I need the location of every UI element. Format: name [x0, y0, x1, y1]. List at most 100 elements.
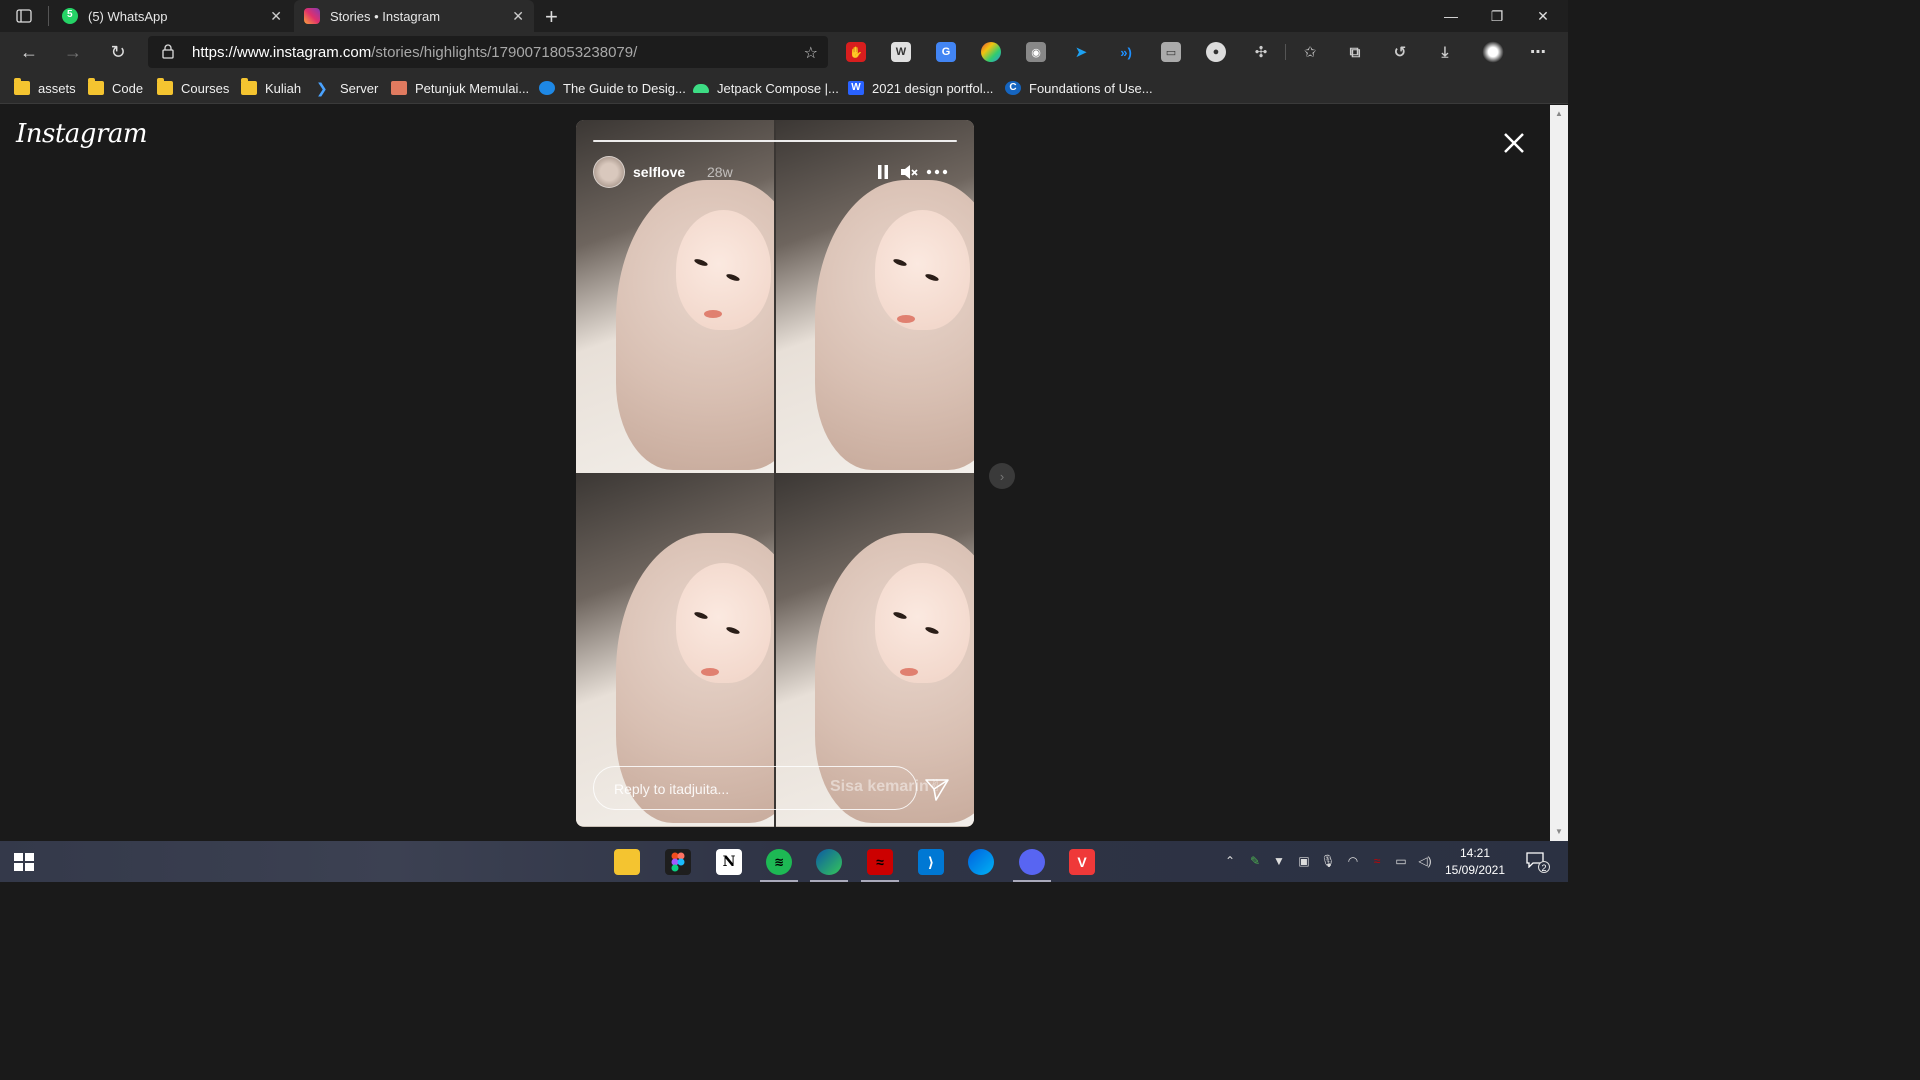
- next-story-icon[interactable]: ›: [989, 463, 1015, 489]
- bookmark-link[interactable]: Jetpack Compose |...: [693, 79, 839, 97]
- edge-icon[interactable]: [810, 849, 848, 882]
- story-timestamp: 28w: [707, 164, 733, 180]
- bookmark-folder[interactable]: Kuliah: [241, 78, 301, 97]
- address-bar[interactable]: https://www.instagram.com/stories/highli…: [148, 36, 828, 68]
- url-domain: https://www.instagram.com: [192, 44, 372, 61]
- guide-icon: [539, 81, 555, 95]
- spotify-icon[interactable]: ≋: [760, 849, 798, 882]
- bookmark-link[interactable]: ❯ Server: [316, 79, 378, 97]
- bookmark-label: Courses: [181, 80, 230, 96]
- figma-icon[interactable]: [665, 849, 691, 875]
- file-explorer-icon[interactable]: [614, 849, 640, 875]
- coursera-icon: C: [1005, 81, 1021, 95]
- more-menu-icon[interactable]: ⋯: [1528, 42, 1548, 62]
- show-hidden-icons-icon[interactable]: ⌃: [1222, 853, 1238, 869]
- favorite-add-icon[interactable]: ☆: [804, 43, 818, 63]
- notion-icon[interactable]: N: [716, 849, 742, 875]
- bookmark-label: Server: [340, 80, 379, 96]
- bookmark-link[interactable]: Petunjuk Memulai...: [391, 79, 529, 97]
- forward-icon[interactable]: →: [60, 40, 86, 64]
- story-viewer[interactable]: selflove 28w Sisa kemarin✌: [576, 120, 974, 827]
- avatar[interactable]: [593, 156, 625, 188]
- tab-title: (5) WhatsApp: [88, 8, 168, 24]
- favorites-icon[interactable]: ✩: [1300, 42, 1320, 62]
- bookmark-link[interactable]: The Guide to Desig...: [539, 79, 686, 97]
- profile-avatar[interactable]: [1482, 41, 1504, 63]
- system-clock[interactable]: 14:21 15/09/2021: [1440, 845, 1510, 879]
- wave-icon[interactable]: »): [1116, 42, 1136, 62]
- tab-title: Stories • Instagram: [330, 8, 441, 24]
- red-app-icon[interactable]: ≈: [861, 849, 899, 882]
- tab-actions-icon[interactable]: [8, 6, 40, 26]
- bookmark-label: Code: [112, 80, 144, 96]
- more-options-icon[interactable]: [925, 162, 949, 182]
- battery-icon[interactable]: ▭: [1393, 853, 1409, 869]
- volume-icon[interactable]: ◁): [1417, 853, 1433, 869]
- restore-icon[interactable]: ❐: [1474, 0, 1520, 32]
- bookmark-folder[interactable]: assets: [14, 78, 76, 97]
- story-header: selflove 28w: [593, 156, 957, 188]
- vscode-icon[interactable]: ⟩: [918, 849, 944, 875]
- folder-icon: [88, 78, 104, 95]
- new-tab-icon[interactable]: +: [545, 4, 558, 30]
- reply-input[interactable]: [614, 778, 814, 800]
- browser-titlebar: 5 (5) WhatsApp ✕ Stories • Instagram ✕ +…: [0, 0, 1568, 32]
- back-icon[interactable]: ←: [16, 40, 42, 64]
- notification-icon[interactable]: 2: [1526, 852, 1550, 873]
- bookmark-folder[interactable]: Courses: [157, 78, 230, 97]
- send-icon[interactable]: [924, 776, 950, 802]
- chrome-ext-icon[interactable]: [981, 42, 1001, 62]
- circle-icon[interactable]: ●: [1206, 42, 1226, 62]
- adblock-icon[interactable]: ✋: [846, 42, 866, 62]
- firefox-icon[interactable]: [968, 849, 994, 875]
- vpn-icon[interactable]: ▼: [1271, 853, 1287, 869]
- notification-count: 2: [1538, 861, 1550, 873]
- pause-icon[interactable]: [876, 164, 890, 180]
- puzzle-icon[interactable]: ✣: [1251, 42, 1271, 62]
- collections-icon[interactable]: ⧉: [1345, 42, 1365, 62]
- lock-icon[interactable]: [162, 44, 174, 64]
- scroll-down-icon[interactable]: ▼: [1555, 827, 1563, 836]
- bookmark-folder[interactable]: Code: [88, 78, 144, 97]
- camera-icon[interactable]: ◉: [1026, 42, 1046, 62]
- mute-icon[interactable]: [899, 162, 919, 182]
- instagram-logo[interactable]: Instagram: [16, 119, 148, 149]
- discord-icon[interactable]: [1013, 849, 1051, 882]
- red-tray-icon[interactable]: ≈: [1369, 853, 1385, 869]
- close-tab-icon[interactable]: ✕: [512, 8, 524, 25]
- story-username[interactable]: selflove: [633, 164, 685, 180]
- downloads-icon[interactable]: ⤓: [1435, 42, 1455, 62]
- tab-whatsapp[interactable]: 5 (5) WhatsApp ✕: [52, 0, 292, 32]
- word-icon[interactable]: W: [891, 42, 911, 62]
- close-window-icon[interactable]: ✕: [1520, 0, 1566, 32]
- close-story-icon[interactable]: [1500, 129, 1528, 157]
- tab-instagram[interactable]: Stories • Instagram ✕: [294, 0, 534, 32]
- chat-icon[interactable]: ▭: [1161, 42, 1181, 62]
- translate-icon[interactable]: G: [936, 42, 956, 62]
- close-tab-icon[interactable]: ✕: [270, 8, 282, 25]
- bookmark-label: Petunjuk Memulai...: [415, 80, 530, 96]
- bookmark-label: 2021 design portfol...: [872, 80, 994, 96]
- instagram-icon: [304, 8, 320, 24]
- folder-icon: [14, 78, 30, 95]
- minimize-icon[interactable]: —: [1428, 0, 1474, 32]
- scroll-up-icon[interactable]: ▲: [1555, 109, 1563, 118]
- bookmark-label: Foundations of Use...: [1029, 80, 1153, 96]
- page-scrollbar[interactable]: ▲ ▼: [1550, 105, 1568, 841]
- history-icon[interactable]: ↺: [1390, 42, 1410, 62]
- tab-badge: 5: [67, 9, 73, 20]
- vivaldi-icon[interactable]: V: [1069, 849, 1095, 875]
- meet-icon[interactable]: ▣: [1296, 853, 1312, 869]
- bird-icon[interactable]: ➤: [1071, 42, 1091, 62]
- windows-start-icon[interactable]: [14, 853, 34, 871]
- wifi-icon[interactable]: ◠: [1345, 853, 1361, 869]
- story-progress-bar: [593, 140, 957, 142]
- w-icon: W: [848, 81, 864, 95]
- bookmark-link[interactable]: C Foundations of Use...: [1005, 79, 1153, 97]
- refresh-icon[interactable]: ↻: [105, 40, 131, 64]
- browser-toolbar: ← → ↻ https://www.instagram.com/stories/…: [0, 32, 1568, 72]
- azure-icon: ❯: [316, 80, 328, 96]
- microphone-icon[interactable]: 🎙︎: [1320, 853, 1336, 869]
- bookmark-link[interactable]: W 2021 design portfol...: [848, 79, 993, 97]
- feather-icon[interactable]: ✎: [1247, 853, 1263, 869]
